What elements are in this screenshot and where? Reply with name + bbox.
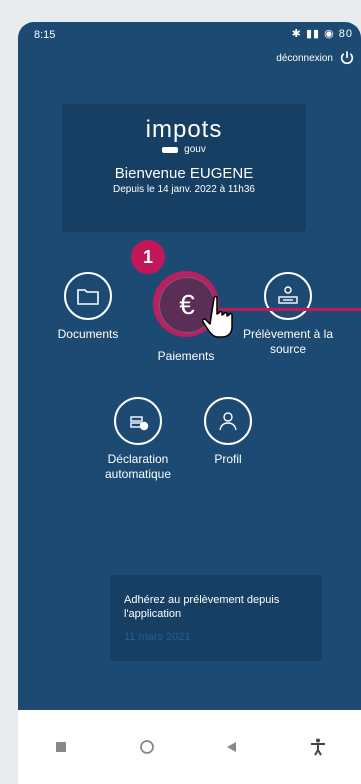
hand-pointer-icon — [202, 295, 233, 338]
tile-prelevement-label: Prélèvement à la source — [242, 327, 334, 356]
app-screen: 8:15 ✱ ▮▮ ◉ 80 déconnexion impots gouv B… — [18, 22, 361, 710]
tile-paiements[interactable]: Paiements — [146, 342, 226, 364]
euro-icon: € — [179, 289, 195, 320]
triangle-back-icon — [227, 742, 237, 752]
welcome-title: Bienvenue EUGENE — [114, 165, 254, 182]
circle-icon — [139, 740, 154, 754]
square-icon — [55, 742, 66, 752]
power-icon — [340, 51, 354, 65]
welcome-subtitle: Depuis le 14 janv. 2022 à 11h36 — [113, 184, 255, 195]
withholding-icon — [264, 272, 312, 320]
logout-button[interactable]: déconnexion — [276, 50, 355, 66]
status-bar: 8:15 ✱ ▮▮ ◉ 80 — [18, 22, 361, 46]
status-icons: ✱ ▮▮ ◉ 80 — [291, 28, 353, 40]
accessibility-icon — [311, 738, 326, 756]
tile-documents[interactable]: Documents — [52, 272, 124, 342]
declaration-icon — [114, 397, 162, 445]
step-badge: 1 — [131, 240, 165, 274]
tile-prelevement[interactable]: Prélèvement à la source — [238, 272, 338, 357]
tile-documents-label: Documents — [57, 327, 119, 341]
documents-icon — [64, 272, 112, 320]
promo-card[interactable]: Adhérez au prélèvement depuis l'applicat… — [110, 575, 322, 661]
tile-paiements-label: Paiements — [157, 349, 215, 363]
tile-profil[interactable]: Profil — [198, 397, 258, 467]
callout-connector — [219, 308, 361, 311]
android-nav-bar — [18, 710, 361, 784]
accessibility-button[interactable] — [306, 735, 330, 759]
home-button[interactable] — [135, 735, 159, 759]
back-button[interactable] — [220, 735, 244, 759]
status-time: 8:15 — [34, 29, 56, 41]
promo-date: 11 mars 2021 — [124, 631, 191, 643]
logo-sub-text: gouv — [184, 144, 206, 155]
tile-declaration-label: Déclaration automatique — [104, 452, 172, 481]
recent-apps-button[interactable] — [49, 735, 73, 759]
welcome-card: impots gouv Bienvenue EUGENE Depuis le 1… — [62, 104, 306, 232]
profile-icon — [204, 397, 252, 445]
logo-bar-icon — [162, 146, 179, 153]
logo-subtitle: gouv — [62, 144, 306, 155]
impots-logo: impots — [145, 116, 223, 143]
tile-profil-label: Profil — [214, 452, 242, 466]
logout-label: déconnexion — [276, 52, 333, 64]
promo-text: Adhérez au prélèvement depuis l'applicat… — [124, 594, 280, 620]
tile-declaration[interactable]: Déclaration automatique — [98, 397, 178, 482]
